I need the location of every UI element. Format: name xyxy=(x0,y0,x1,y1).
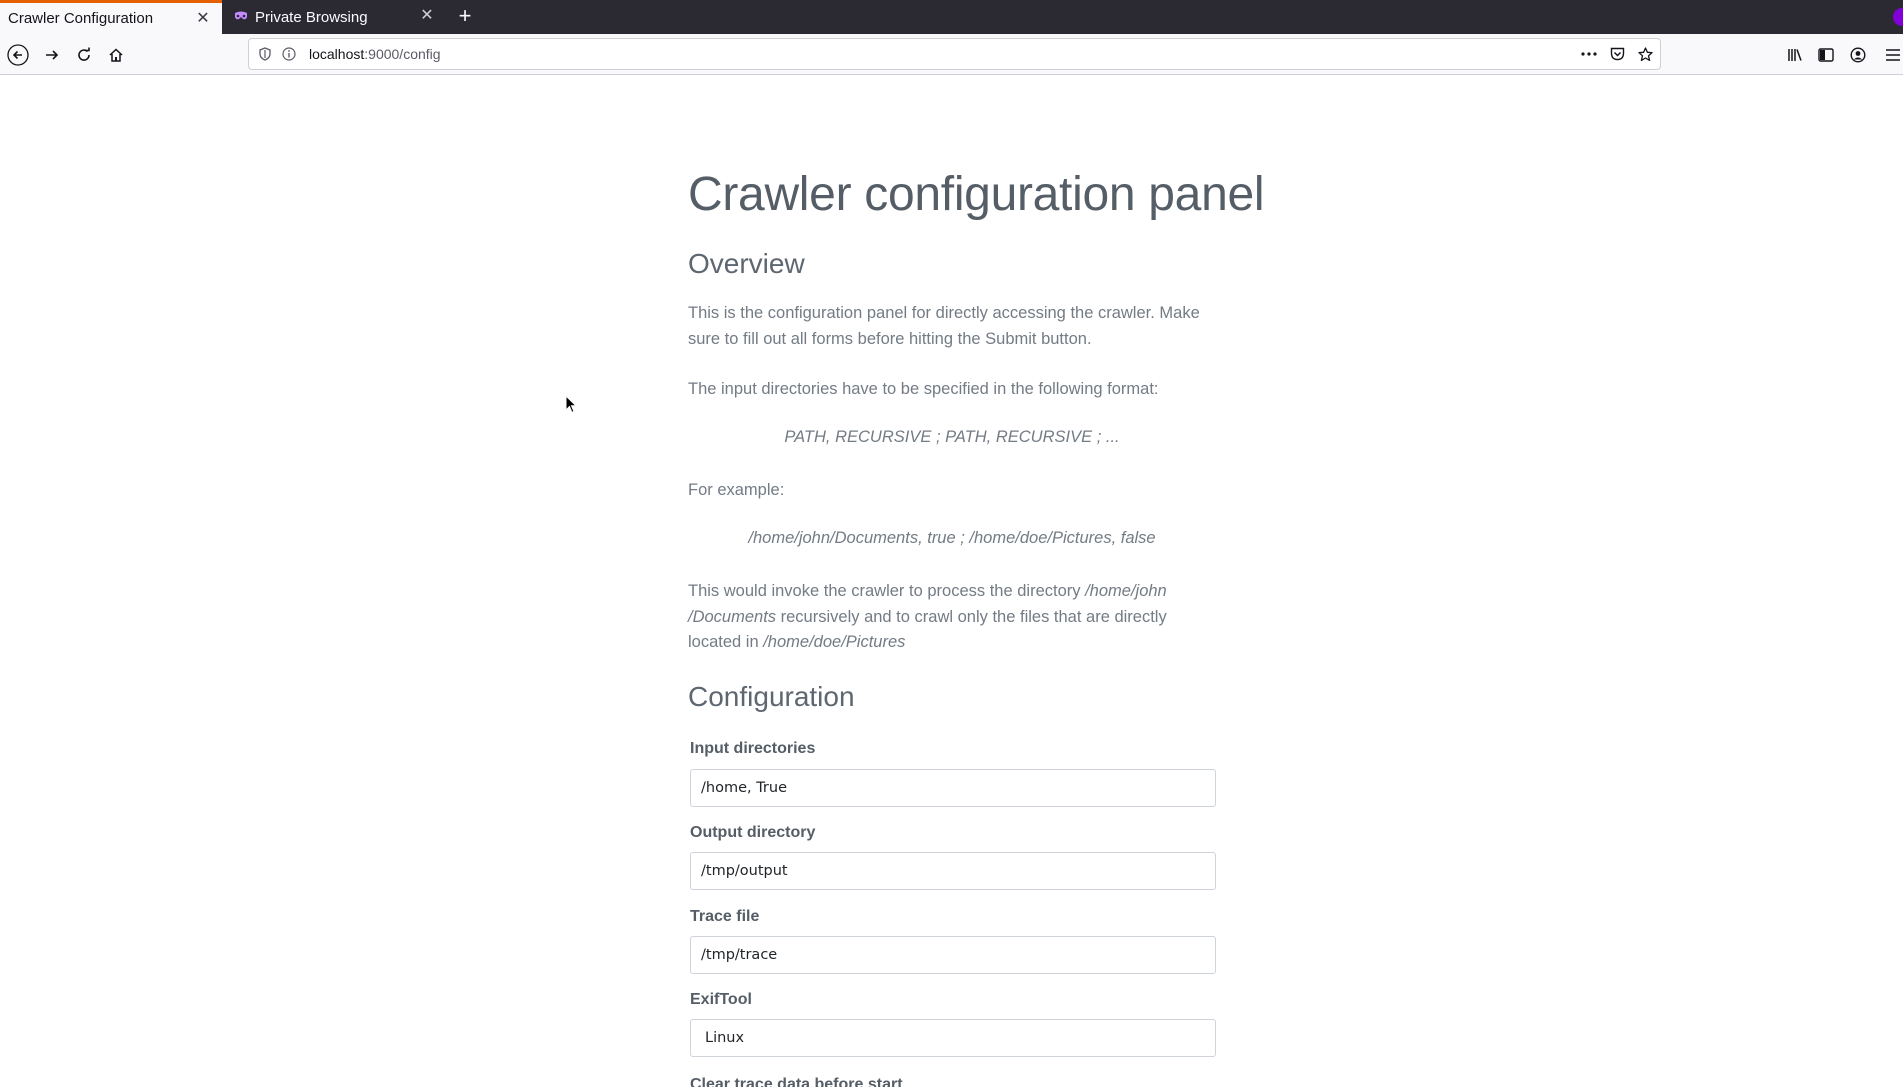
input-directories-label: Input directories xyxy=(690,740,816,757)
home-button[interactable] xyxy=(104,43,128,67)
url-text[interactable]: localhost:9000/config xyxy=(309,46,441,62)
intro-text: This is the configuration panel for dire… xyxy=(688,304,1200,348)
sidebar-button[interactable] xyxy=(1814,43,1838,67)
new-tab-plus-icon[interactable]: + xyxy=(452,4,478,30)
exiftool-select[interactable]: Linux xyxy=(690,1019,1216,1057)
format-intro-text: The input directories have to be specifi… xyxy=(688,380,1159,398)
input-directories-field[interactable] xyxy=(690,769,1216,807)
path-example: /home/john/Documents, true ; /home/doe/P… xyxy=(748,529,1156,547)
hamburger-menu-icon xyxy=(1886,49,1900,61)
navigation-toolbar: localhost:9000/config xyxy=(0,34,1903,75)
back-button[interactable] xyxy=(6,43,30,67)
reload-button[interactable] xyxy=(72,43,96,67)
tab-private-browsing[interactable]: Private Browsing ✕ xyxy=(222,0,446,34)
trace-file-label: Trace file xyxy=(690,908,760,925)
tab-label: Crawler Configuration xyxy=(8,10,154,27)
forward-button[interactable] xyxy=(40,43,64,67)
address-bar[interactable]: localhost:9000/config xyxy=(248,38,1661,70)
account-button[interactable] xyxy=(1846,43,1870,67)
site-info-icon[interactable] xyxy=(281,46,297,62)
exiftool-selected-value: Linux xyxy=(705,1030,745,1046)
tab-label: Private Browsing xyxy=(255,8,368,26)
back-arrow-icon xyxy=(7,44,29,66)
explanation-part: This would invoke the crawler to process… xyxy=(688,582,1086,600)
exiftool-label: ExifTool xyxy=(690,991,752,1008)
tab-strip: Crawler Configuration ✕ Private Browsing… xyxy=(0,0,1903,34)
sidebar-icon xyxy=(1818,48,1834,62)
tab-crawler-configuration[interactable]: Crawler Configuration ✕ xyxy=(0,0,222,34)
reload-icon xyxy=(78,47,90,61)
url-path: :9000/config xyxy=(364,46,441,62)
menu-button[interactable] xyxy=(1886,43,1903,67)
output-directory-label: Output directory xyxy=(690,824,816,841)
example-intro-text: For example: xyxy=(688,481,785,499)
output-directory-field[interactable] xyxy=(690,852,1216,890)
explanation-text: This would invoke the crawler to process… xyxy=(688,579,1216,656)
overview-heading: Overview xyxy=(688,248,805,279)
private-browsing-indicator-icon xyxy=(1893,8,1903,26)
bookmark-star-icon[interactable] xyxy=(1637,46,1653,62)
clear-trace-label: Clear trace data before start xyxy=(690,1076,903,1087)
page-actions-more-icon[interactable] xyxy=(1581,46,1597,62)
close-tab-icon[interactable]: ✕ xyxy=(194,10,212,28)
library-button[interactable] xyxy=(1783,43,1807,67)
configuration-heading: Configuration xyxy=(688,681,855,712)
forward-arrow-icon xyxy=(46,50,59,60)
page-title: Crawler configuration panel xyxy=(688,168,1265,221)
tracking-protection-shield-icon[interactable] xyxy=(257,46,273,62)
explanation-directory: /home/doe/Pictures xyxy=(763,633,906,651)
url-host: localhost xyxy=(309,46,365,62)
format-example: PATH, RECURSIVE ; PATH, RECURSIVE ; ... xyxy=(784,428,1120,446)
library-icon xyxy=(1788,49,1802,61)
close-tab-icon[interactable]: ✕ xyxy=(418,7,436,25)
pocket-icon[interactable] xyxy=(1609,46,1625,62)
private-mask-icon xyxy=(235,11,247,20)
mouse-cursor-icon xyxy=(565,395,578,414)
trace-file-field[interactable] xyxy=(690,936,1216,974)
account-icon xyxy=(1850,47,1866,63)
home-icon xyxy=(109,48,123,62)
